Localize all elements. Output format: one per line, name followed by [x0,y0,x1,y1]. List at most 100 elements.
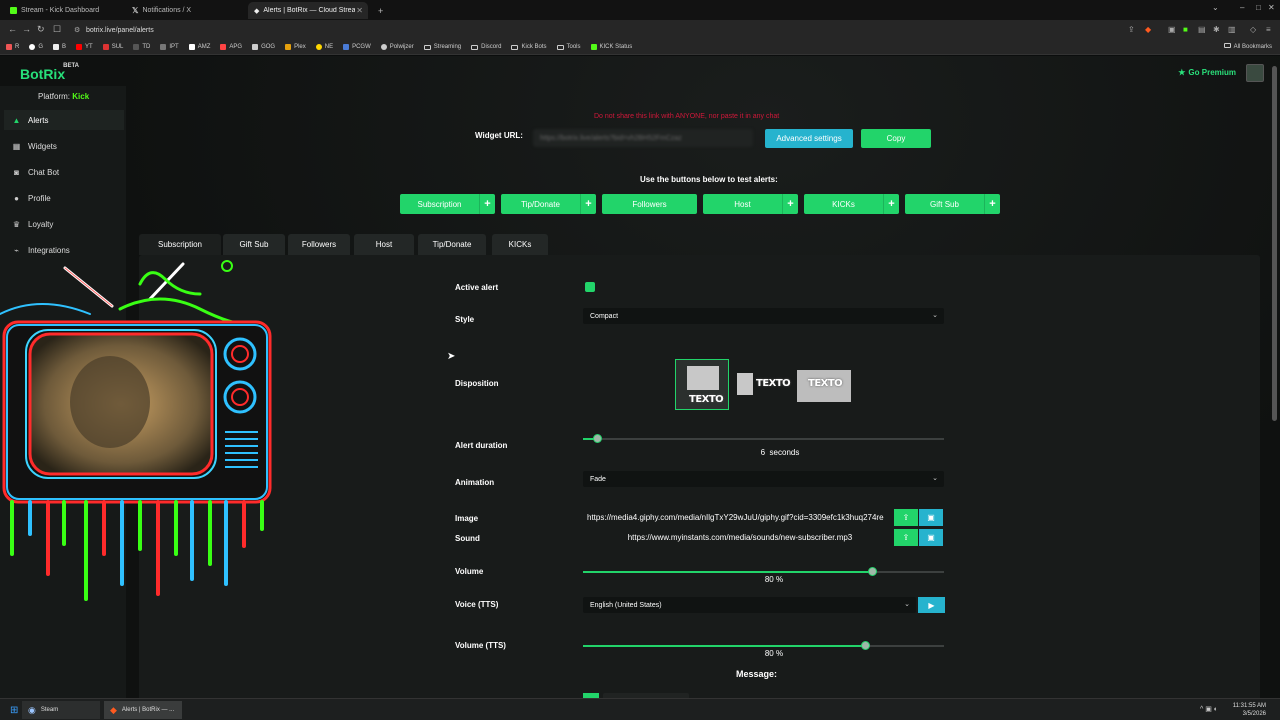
bookmark-folder[interactable]: Streaming [423,44,461,50]
tab-followers[interactable]: Followers [288,234,350,255]
close-window-icon[interactable]: ✕ [1268,3,1275,12]
bookmark-page-icon[interactable]: ☐ [53,24,61,35]
system-tray-icons[interactable]: ^ ▣ ◐ [1200,705,1218,713]
bookmark-item[interactable]: Polwijzer [380,44,414,50]
extensions-puzzle-icon[interactable]: ✱ [1213,25,1220,34]
taskbar-item-steam[interactable]: ◉ Steam [22,701,100,719]
bookmark-item[interactable]: NE [315,44,333,50]
bookmark-folder[interactable]: Kick Bots [511,44,547,50]
disposition-option-side[interactable]: TEXTO [735,359,791,410]
grid-icon: ▦ [12,141,21,151]
upload-sound-button[interactable]: ⇪ [894,529,918,546]
avatar[interactable] [1246,64,1264,82]
sound-url-input[interactable]: https://www.myinstants.com/media/sounds/… [583,529,893,546]
sound-library-button[interactable]: ▣ [919,529,943,546]
close-tab-icon[interactable]: ✕ [356,6,363,15]
bookmark-item[interactable]: APG [220,44,242,50]
image-library-button[interactable]: ▣ [919,509,943,526]
bookmark-item[interactable]: G [29,44,43,50]
minimize-icon[interactable]: – [1240,3,1244,12]
tab-notifications-x[interactable]: 𝕏 Notifications / X [126,2,246,19]
bookmark-item[interactable]: B [53,44,66,50]
extension-icon[interactable]: ▣ [1168,25,1176,34]
volume-tts-slider-handle[interactable] [861,641,870,650]
start-button[interactable]: ⊞ [4,701,18,719]
animation-select[interactable]: Fade ⌄ [583,471,944,487]
bookmark-folder[interactable]: Discord [471,44,501,50]
bookmark-favicon-icon [160,44,167,50]
back-icon[interactable]: ← [8,24,17,34]
forward-icon[interactable]: → [22,24,31,34]
sidebar-item-alerts[interactable]: ▲ Alerts [4,110,124,130]
maximize-icon[interactable]: □ [1256,3,1261,12]
upload-icon: ⇪ [902,533,910,542]
robot-icon: ◙ [14,167,19,177]
botrix-logo[interactable]: BotRixBETA [20,63,81,82]
voice-tts-select[interactable]: English (United States) ⌄ [583,597,916,613]
bookmark-item[interactable]: SUL [102,44,123,50]
active-alert-checkbox[interactable] [585,282,595,292]
taskbar-item-browser[interactable]: ◆ Alerts | BotRix — ... [104,701,182,719]
extension-icon[interactable]: ■ [1183,25,1188,34]
tab-botrix-alerts[interactable]: ◆ Alerts | BotRix — Cloud Streami... ✕ [248,2,368,19]
tab-tip-donate[interactable]: Tip/Donate [418,234,486,255]
sidebar-item-widgets[interactable]: ▦ Widgets [4,136,124,156]
folder-icon [1223,43,1231,48]
go-premium-button[interactable]: ★ Go Premium [1178,68,1236,77]
gallery-icon: ▣ [927,513,935,522]
tab-search-icon[interactable]: ⌄ [1212,3,1219,12]
tab-host[interactable]: Host [354,234,414,255]
disposition-option-stacked[interactable]: TEXTO [675,359,729,410]
tab-kick-dashboard[interactable]: Stream - Kick Dashboard [4,2,124,19]
test-host-button[interactable]: Host + [703,194,798,214]
wallet-icon[interactable]: ◇ [1250,25,1256,34]
sidebar-item-profile[interactable]: ● Profile [4,188,124,208]
volume-slider-handle[interactable] [868,567,877,576]
address-bar[interactable]: ⚙ botrix.live/panel/alerts [70,23,1120,37]
tab-subscription[interactable]: Subscription [139,234,221,255]
site-settings-icon[interactable]: ⚙ [74,26,80,34]
tab-title: Alerts | BotRix — Cloud Streami... [263,7,356,14]
bookmark-item[interactable]: TD [133,44,150,50]
bookmark-item[interactable]: Plex [285,44,306,50]
test-gift-sub-button[interactable]: Gift Sub + [905,194,1000,214]
alert-duration-slider-track[interactable] [583,438,944,440]
test-tip-donate-button[interactable]: Tip/Donate + [501,194,596,214]
bookmark-item[interactable]: GOG [252,44,275,50]
style-select[interactable]: Compact ⌄ [583,308,944,324]
widget-url-field[interactable]: https://botrix.live/alerts?bid=vh2BH52Fm… [533,129,753,147]
reload-icon[interactable]: ↻ [37,24,45,35]
all-bookmarks-button[interactable]: All Bookmarks [1223,43,1272,50]
copy-button[interactable]: Copy [861,129,931,148]
test-subscription-button[interactable]: Subscription + [400,194,495,214]
share-icon[interactable]: ⇪ [1128,25,1135,34]
extension-icon[interactable]: ▤ [1198,25,1206,34]
bookmark-item[interactable]: YT [76,44,93,50]
upload-image-button[interactable]: ⇪ [894,509,918,526]
sidebar-toggle-icon[interactable]: ▥ [1228,25,1236,34]
new-tab-button[interactable]: + [372,2,386,19]
system-clock[interactable]: 11:31:55 AM 3/5/2026 [1233,702,1266,718]
bookmark-folder[interactable]: Tools [556,44,581,50]
tab-gift-sub[interactable]: Gift Sub [223,234,285,255]
sidebar-item-loyalty[interactable]: ♛ Loyalty [4,214,124,234]
advanced-settings-button[interactable]: Advanced settings [765,129,853,148]
bookmark-item[interactable]: PCGW [343,44,371,50]
test-kicks-button[interactable]: KICKs + [804,194,899,214]
image-url-input[interactable]: https://media4.giphy.com/media/nIlgTxY29… [583,509,893,526]
bookmark-item[interactable]: KICK Status [590,44,632,50]
pcgw-icon [343,44,350,50]
bookmark-item[interactable]: R [6,44,19,50]
bookmark-item[interactable]: IPT [160,44,179,50]
voice-tts-label: Voice (TTS) [455,600,499,609]
tab-kicks[interactable]: KICKs [492,234,548,255]
alert-duration-slider-handle[interactable] [593,434,602,443]
play-tts-button[interactable]: ▶ [918,597,945,613]
disposition-option-overlay[interactable]: TEXTO [797,359,851,410]
sidebar-item-chat-bot[interactable]: ◙ Chat Bot [4,162,124,182]
bookmark-item[interactable]: AMZ [188,44,210,50]
test-followers-button[interactable]: Followers [602,194,697,214]
brave-shield-icon[interactable]: ◆ [1145,25,1151,34]
menu-icon[interactable]: ≡ [1266,25,1271,34]
page-scrollbar[interactable] [1272,66,1277,421]
